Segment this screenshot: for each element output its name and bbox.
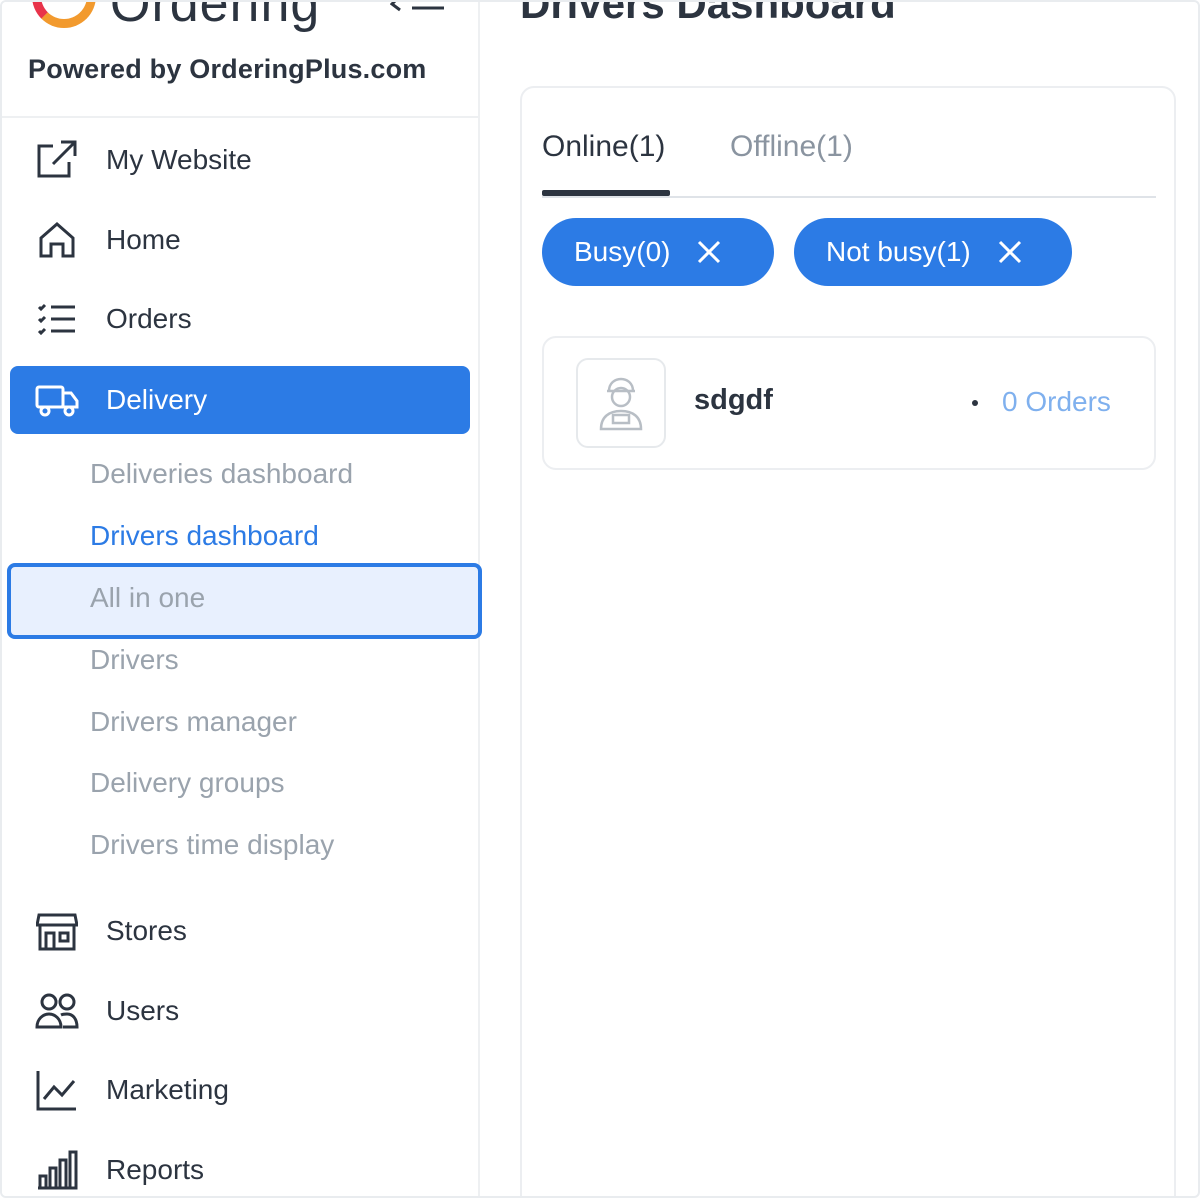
tab-online[interactable]: Online(1) <box>542 130 665 164</box>
logo-icon <box>32 2 96 28</box>
driver-placeholder-icon <box>599 377 643 431</box>
sidebar-item-orders[interactable]: Orders <box>10 285 470 353</box>
subitem-all-in-one[interactable]: All in one <box>90 582 205 614</box>
close-icon[interactable] <box>696 239 722 265</box>
brand-header: Ordering Powered by OrderingPlus.com <box>2 2 478 118</box>
focus-highlight <box>7 563 482 639</box>
sidebar-item-label: Stores <box>106 915 187 946</box>
sidebar-item-label: Reports <box>106 1154 205 1185</box>
logo-wordmark: Ordering <box>110 0 321 33</box>
main-content: Drivers Dashboard Online(1) Offline(1) B… <box>480 0 1198 1196</box>
storefront-icon <box>32 909 82 953</box>
driver-list-item[interactable]: sdgdf 0 Orders <box>542 336 1156 470</box>
subitem-drivers-dashboard[interactable]: Drivers dashboard <box>90 520 319 552</box>
app-window: Ordering Powered by OrderingPlus.com My … <box>0 0 1200 1198</box>
powered-by-text: Powered by OrderingPlus.com <box>28 54 427 84</box>
sidebar-item-stores[interactable]: Stores <box>10 897 470 965</box>
sidebar-item-reports[interactable]: Reports <box>10 1136 470 1196</box>
active-tab-indicator <box>542 190 670 196</box>
list-check-icon <box>32 297 82 341</box>
sidebar-item-delivery[interactable]: Delivery <box>10 366 470 434</box>
filter-busy-chip[interactable]: Busy(0) <box>542 218 774 286</box>
tab-offline[interactable]: Offline(1) <box>730 130 853 164</box>
close-icon[interactable] <box>997 239 1023 265</box>
truck-icon <box>32 378 82 422</box>
sidebar-item-label: Delivery <box>106 384 208 415</box>
sidebar-item-my-website[interactable]: My Website <box>10 126 470 194</box>
separator-dot <box>972 400 978 406</box>
sidebar: Ordering Powered by OrderingPlus.com My … <box>2 2 482 1196</box>
subitem-drivers-time-display[interactable]: Drivers time display <box>90 829 334 861</box>
subitem-drivers-manager[interactable]: Drivers manager <box>90 706 297 738</box>
filter-not-busy-chip[interactable]: Not busy(1) <box>794 218 1072 286</box>
sidebar-item-label: Users <box>106 995 180 1026</box>
page-title: Drivers Dashboard <box>520 0 896 27</box>
graph-up-icon <box>32 1068 82 1112</box>
sidebar-item-label: Orders <box>106 303 192 334</box>
subitem-delivery-groups[interactable]: Delivery groups <box>90 767 285 799</box>
driver-avatar <box>576 358 666 448</box>
driver-orders-count[interactable]: 0 Orders <box>1002 386 1111 418</box>
subitem-deliveries-dashboard[interactable]: Deliveries dashboard <box>90 458 353 490</box>
sidebar-item-label: My Website <box>106 144 252 175</box>
bar-chart-icon <box>32 1148 82 1192</box>
sidebar-item-home[interactable]: Home <box>10 206 470 274</box>
drivers-card: Online(1) Offline(1) Busy(0) Not busy(1) <box>520 86 1176 1196</box>
home-icon <box>32 218 82 262</box>
chip-label: Busy(0) <box>574 236 671 267</box>
sidebar-item-label: Marketing <box>106 1074 229 1105</box>
subitem-drivers[interactable]: Drivers <box>90 644 179 676</box>
chip-label: Not busy(1) <box>826 236 971 267</box>
menu-collapse-icon[interactable] <box>389 2 450 21</box>
sidebar-item-users[interactable]: Users <box>10 977 470 1045</box>
external-link-icon <box>32 138 82 182</box>
status-tabs: Online(1) Offline(1) <box>542 128 1156 198</box>
users-icon <box>32 989 82 1033</box>
sidebar-item-marketing[interactable]: Marketing <box>10 1056 470 1124</box>
driver-name: sdgdf <box>694 384 773 416</box>
sidebar-item-label: Home <box>106 224 181 255</box>
